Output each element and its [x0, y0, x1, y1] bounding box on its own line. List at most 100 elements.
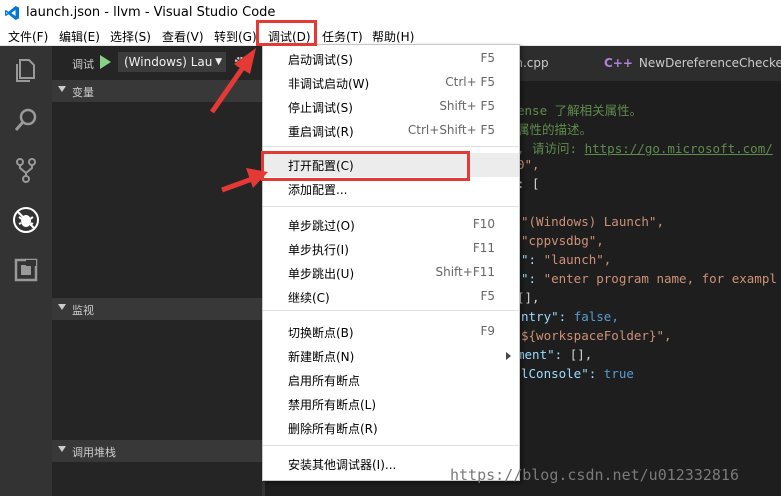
launch-config-value: (Windows) Lau: [124, 55, 213, 69]
debug-menu-item[interactable]: 重启调试(R) Ctrl+Shift+ F5: [263, 119, 519, 143]
menu-goto[interactable]: 转到(G): [214, 28, 257, 45]
code-line: ntry": false,: [521, 309, 619, 324]
tab-newdereferencechecker[interactable]: C++ NewDereferenceChecker.cp: [604, 56, 781, 70]
watch-section-label: 监视: [72, 304, 94, 317]
menu-item-shortcut: Ctrl+Shift+ F5: [407, 123, 495, 137]
code-token: ense 了解相关属性。: [517, 103, 643, 118]
menu-item-label: 单步跳出(U): [288, 267, 355, 281]
search-icon[interactable]: [12, 106, 40, 134]
debug-menu-item[interactable]: 非调试启动(W) Ctrl+ F5: [263, 71, 519, 95]
menu-separator: [263, 146, 519, 147]
code-token: true: [603, 366, 634, 381]
menu-item-label: 继续(C): [288, 291, 330, 305]
chevron-down-icon: [58, 86, 66, 92]
debug-menu-item[interactable]: 新建断点(N): [263, 344, 519, 368]
menu-edit[interactable]: 编辑(E): [59, 28, 100, 45]
menu-item-label: 启动调试(S): [288, 53, 353, 67]
variables-section-header[interactable]: 变量: [52, 80, 262, 102]
menu-separator: [263, 310, 519, 311]
code-line: 属性的描述。: [517, 119, 592, 138]
code-token: ":: [521, 252, 544, 267]
debug-menu-item[interactable]: 单步跳出(U) Shift+F11: [263, 261, 519, 285]
debug-menu-item[interactable]: 删除所有断点(R): [263, 416, 519, 440]
code-token: 属性的描述。: [517, 122, 593, 137]
menu-item-shortcut: F11: [472, 241, 495, 255]
code-token: [],: [517, 290, 540, 305]
menu-item-label: 单步执行(I): [288, 243, 349, 257]
code-line: ${workspaceFolder}",: [521, 328, 672, 343]
highlight-open-config: [261, 151, 470, 181]
debug-menu-item[interactable]: 启用所有断点: [263, 368, 519, 392]
menu-item-label: 启用所有断点: [288, 374, 361, 388]
menu-item-label: 新建断点(N): [288, 350, 355, 364]
code-token: https://go.microsoft.com/: [584, 141, 773, 156]
variables-section-label: 变量: [72, 86, 94, 99]
menu-item-shortcut: Shift+F11: [435, 265, 495, 279]
window-title: launch.json - llvm - Visual Studio Code: [26, 5, 276, 20]
code-token: "enter program name, for exampl: [543, 271, 777, 286]
watermark: https://blog.csdn.net/u012332816: [450, 466, 739, 484]
debug-toolbar: 调试 (Windows) Lau ▼: [52, 46, 262, 80]
menu-item-shortcut: Ctrl+ F5: [445, 75, 495, 89]
menu-help[interactable]: 帮助(H): [372, 28, 414, 45]
code-token: lConsole":: [521, 366, 604, 381]
debug-menu-item[interactable]: 继续(C) F5: [263, 285, 519, 309]
code-token: 0",: [517, 157, 540, 172]
debug-menu-item[interactable]: 切换断点(B) F9: [263, 320, 519, 344]
menu-item-label: 重启调试(R): [288, 125, 354, 139]
debug-menu-item[interactable]: 启动调试(S) F5: [263, 47, 519, 71]
code-line: , 请访问: https://go.microsoft.com/: [517, 138, 773, 157]
menu-item-shortcut: F10: [472, 217, 495, 231]
menu-bar: 文件(F) 编辑(E) 选择(S) 查看(V) 转到(G) 调试(D) 任务(T…: [0, 25, 781, 46]
menu-item-shortcut: F5: [480, 51, 495, 65]
menu-file[interactable]: 文件(F): [8, 28, 48, 45]
menu-selection[interactable]: 选择(S): [110, 28, 151, 45]
code-token: ntry":: [521, 309, 574, 324]
files-icon[interactable]: [12, 56, 40, 84]
menu-separator: [263, 206, 519, 207]
code-line: ense 了解相关属性。: [517, 100, 642, 119]
debug-menu-dropdown: 启动调试(S) F5 非调试启动(W) Ctrl+ F5 停止调试(S) Shift+ F…: [262, 44, 520, 481]
chevron-down-icon: [58, 446, 66, 452]
start-debug-icon[interactable]: [100, 55, 111, 69]
code-line: ": "launch",: [521, 252, 611, 267]
menu-tasks[interactable]: 任务(T): [322, 28, 363, 45]
extensions-icon[interactable]: [12, 256, 40, 284]
code-line: "cppvsdbg",: [521, 233, 604, 248]
menu-item-label: 单步跳过(O): [288, 219, 355, 233]
debug-menu-item[interactable]: 单步跳过(O) F10: [263, 213, 519, 237]
menu-item-shortcut: Shift+ F5: [439, 99, 495, 113]
menu-item-label: 安装其他调试器(I)...: [288, 458, 397, 472]
code-token: [],: [569, 347, 593, 362]
code-token: ${workspaceFolder}",: [521, 328, 672, 343]
code-token: "cppvsdbg",: [521, 233, 604, 248]
cpp-file-icon: C++: [604, 56, 633, 70]
debug-menu-item[interactable]: 禁用所有断点(L): [263, 392, 519, 416]
tab-label: NewDereferenceChecker.cp: [638, 56, 781, 70]
code-token: ":: [521, 271, 544, 286]
menu-separator: [263, 445, 519, 446]
code-line: 0",: [517, 157, 540, 172]
menu-view[interactable]: 查看(V): [162, 28, 204, 45]
menu-item-label: 删除所有断点(R): [288, 422, 378, 436]
source-control-icon[interactable]: [12, 156, 40, 184]
debug-label: 调试: [72, 58, 94, 71]
activity-bar: [0, 46, 52, 496]
menu-item-label: 禁用所有断点(L): [288, 398, 377, 412]
callstack-section-label: 调用堆栈: [72, 446, 116, 459]
gear-icon[interactable]: [234, 56, 246, 68]
code-token: : [: [517, 176, 540, 191]
watch-section-header[interactable]: 监视: [52, 298, 262, 320]
code-token: "launch",: [543, 252, 612, 267]
debug-menu-item[interactable]: 单步执行(I) F11: [263, 237, 519, 261]
debug-menu-item[interactable]: 停止调试(S) Shift+ F5: [263, 95, 519, 119]
launch-config-select[interactable]: (Windows) Lau ▼: [118, 52, 226, 72]
menu-item-shortcut: F9: [480, 324, 495, 338]
debug-icon[interactable]: [12, 206, 40, 234]
code-line: ": "enter program name, for exampl: [521, 271, 777, 286]
code-line: : [: [517, 176, 540, 191]
menu-item-label: 添加配置...: [288, 183, 348, 197]
callstack-section-header[interactable]: 调用堆栈: [52, 440, 262, 462]
chevron-down-icon: ▼: [215, 57, 222, 67]
vscode-logo-icon: [5, 6, 19, 20]
